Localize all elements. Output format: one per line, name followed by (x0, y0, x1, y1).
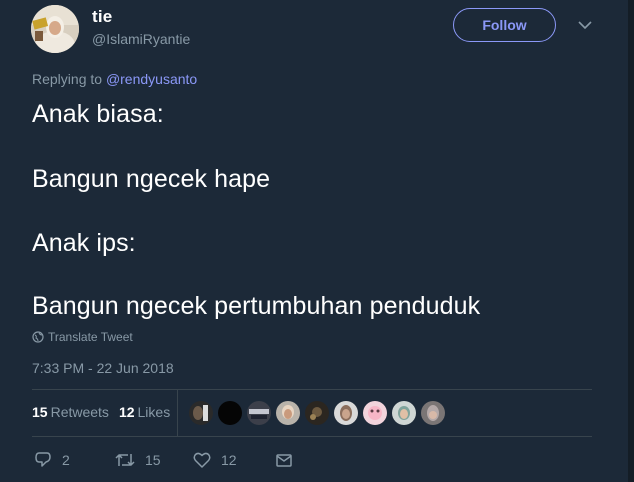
liker-avatar[interactable] (392, 401, 416, 425)
retweets-stat[interactable]: 15 Retweets (32, 404, 109, 420)
like-count: 12 (221, 452, 237, 468)
likes-count: 12 (118, 404, 135, 420)
retweet-icon (115, 454, 135, 466)
tweet-text-line: Bangun ngecek hape (32, 165, 271, 193)
stats-divider (177, 390, 178, 436)
tweet-text-line: Anak ips: (32, 229, 136, 257)
liker-avatar[interactable] (421, 401, 445, 425)
replying-prefix: Replying to (32, 71, 103, 87)
liker-avatar[interactable] (334, 401, 358, 425)
tweet-text-line: Anak biasa: (32, 100, 164, 128)
tweet-text-line: Bangun ngecek pertumbuhan penduduk (32, 292, 481, 320)
direct-message-button[interactable] (275, 450, 303, 470)
author-name[interactable]: tie (92, 7, 112, 27)
reply-mention-link[interactable]: @rendyusanto (106, 71, 197, 87)
liker-avatar[interactable] (363, 401, 387, 425)
heart-icon (193, 452, 211, 468)
replying-to: Replying to @rendyusanto (32, 71, 197, 87)
caret-down-icon[interactable] (577, 19, 593, 31)
tweet-card: tie @IslamiRyantie Follow Replying to @r… (0, 0, 634, 482)
author-avatar[interactable] (31, 5, 79, 53)
divider (32, 436, 592, 437)
reply-icon (35, 452, 51, 467)
translate-tweet-link[interactable]: Translate Tweet (32, 330, 133, 344)
retweet-count: 15 (145, 452, 161, 468)
reply-button[interactable]: 2 (34, 450, 70, 470)
globe-icon (32, 331, 44, 343)
reply-count: 2 (62, 452, 70, 468)
likes-label: Likes (137, 404, 171, 420)
translate-label: Translate Tweet (48, 330, 133, 344)
liker-avatar[interactable] (305, 401, 329, 425)
message-icon (276, 454, 292, 467)
follow-button[interactable]: Follow (453, 8, 556, 42)
retweet-button[interactable]: 15 (115, 450, 161, 470)
tweet-timestamp[interactable]: 7:33 PM - 22 Jun 2018 (32, 360, 174, 376)
retweets-count: 15 (32, 404, 48, 420)
liker-avatar[interactable] (218, 401, 242, 425)
divider (32, 389, 592, 390)
liker-avatar[interactable] (189, 401, 213, 425)
likes-stat[interactable]: 12 Likes (119, 404, 170, 420)
retweets-label: Retweets (50, 404, 109, 420)
page-edge (628, 0, 634, 482)
engagement-stats: 15 Retweets 12 Likes (32, 404, 180, 420)
like-button[interactable]: 12 (193, 450, 237, 470)
author-handle[interactable]: @IslamiRyantie (92, 31, 190, 47)
liker-avatar[interactable] (247, 401, 271, 425)
liker-avatar[interactable] (276, 401, 300, 425)
